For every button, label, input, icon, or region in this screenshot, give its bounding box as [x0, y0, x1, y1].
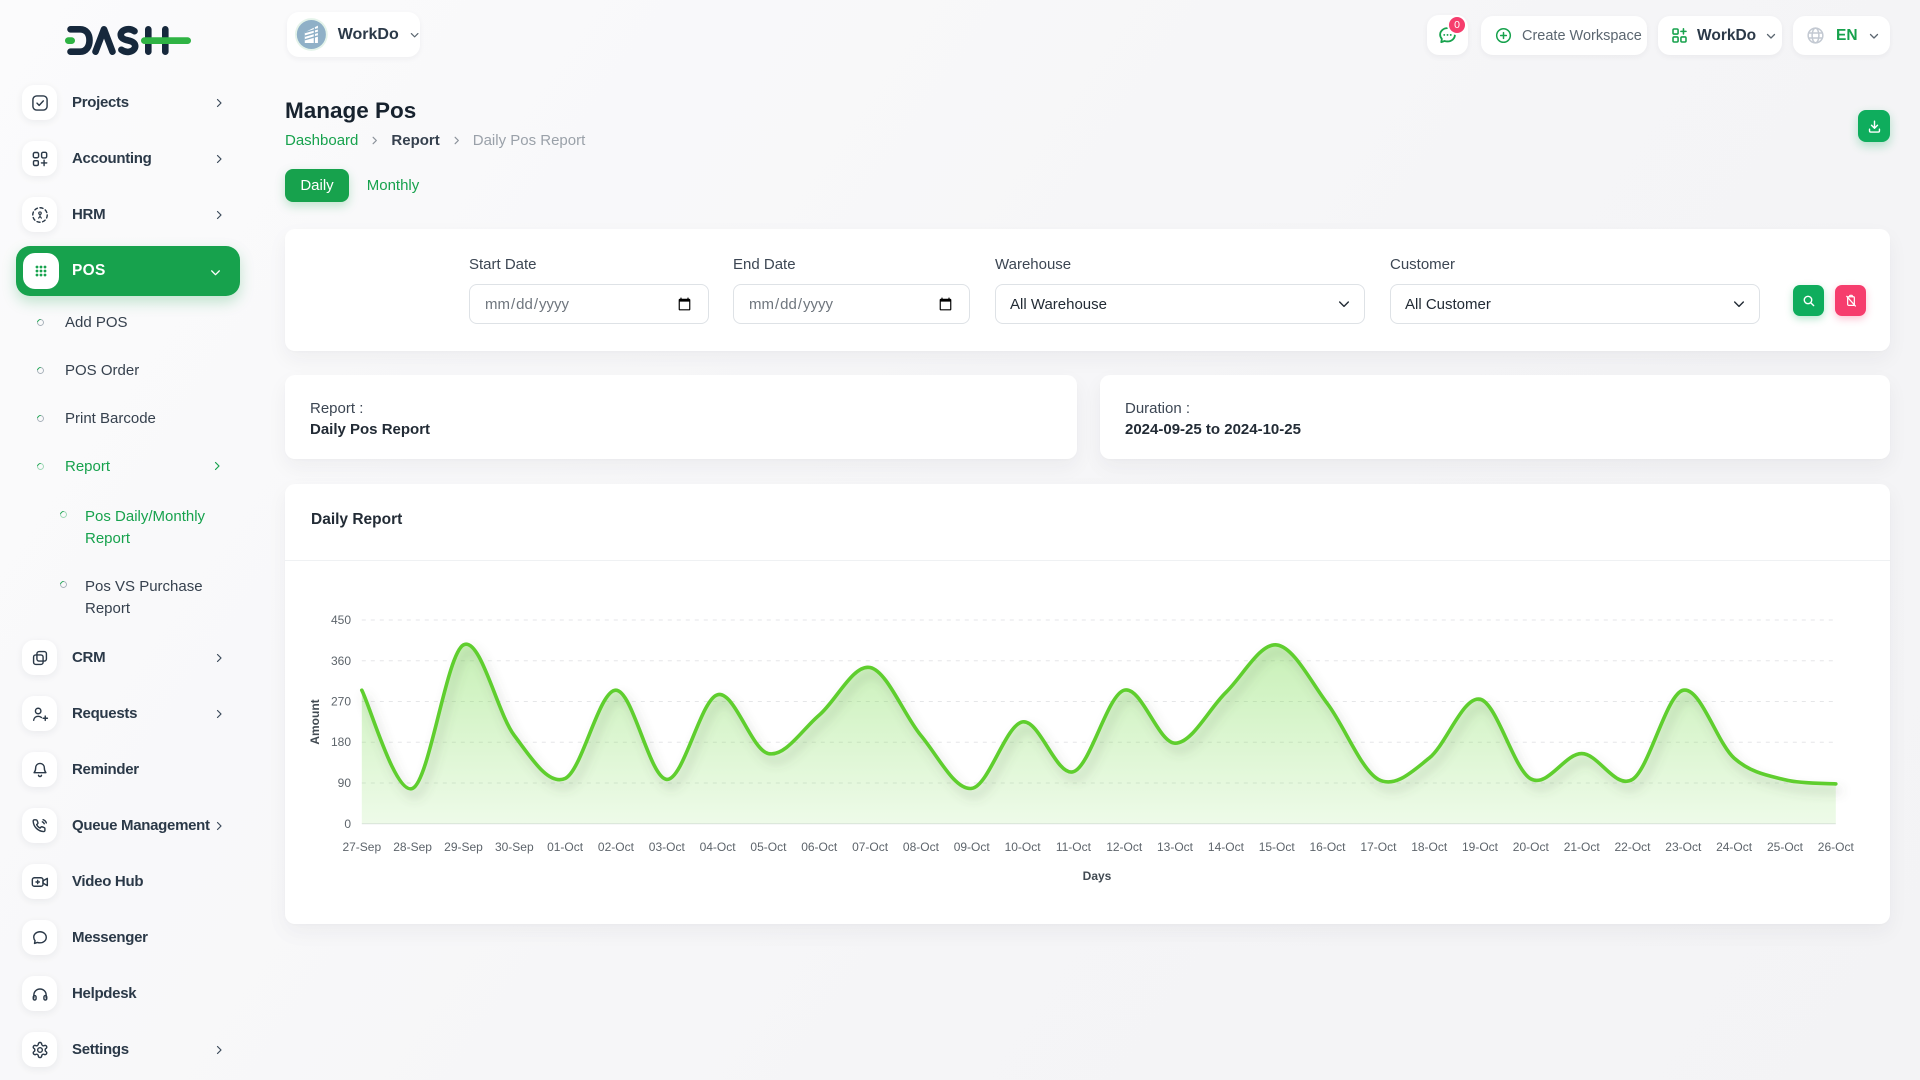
svg-text:02-Oct: 02-Oct	[598, 840, 635, 854]
svg-text:20-Oct: 20-Oct	[1513, 840, 1550, 854]
svg-text:Days: Days	[1083, 869, 1112, 883]
svg-text:14-Oct: 14-Oct	[1208, 840, 1245, 854]
svg-text:06-Oct: 06-Oct	[801, 840, 838, 854]
svg-text:30-Sep: 30-Sep	[495, 840, 534, 854]
svg-text:28-Sep: 28-Sep	[393, 840, 432, 854]
svg-text:11-Oct: 11-Oct	[1056, 840, 1092, 854]
svg-text:09-Oct: 09-Oct	[954, 840, 991, 854]
svg-text:21-Oct: 21-Oct	[1564, 840, 1601, 854]
svg-text:27-Sep: 27-Sep	[342, 840, 381, 854]
svg-text:18-Oct: 18-Oct	[1411, 840, 1448, 854]
svg-text:24-Oct: 24-Oct	[1716, 840, 1753, 854]
svg-text:270: 270	[331, 695, 351, 709]
svg-text:19-Oct: 19-Oct	[1462, 840, 1499, 854]
svg-text:16-Oct: 16-Oct	[1309, 840, 1346, 854]
svg-text:10-Oct: 10-Oct	[1005, 840, 1042, 854]
svg-text:01-Oct: 01-Oct	[547, 840, 584, 854]
svg-text:90: 90	[338, 776, 352, 790]
svg-text:03-Oct: 03-Oct	[649, 840, 686, 854]
svg-text:0: 0	[344, 817, 351, 831]
svg-text:450: 450	[331, 613, 351, 627]
svg-text:04-Oct: 04-Oct	[700, 840, 737, 854]
svg-text:08-Oct: 08-Oct	[903, 840, 940, 854]
svg-text:05-Oct: 05-Oct	[750, 840, 787, 854]
svg-text:25-Oct: 25-Oct	[1767, 840, 1804, 854]
svg-text:22-Oct: 22-Oct	[1614, 840, 1651, 854]
svg-text:13-Oct: 13-Oct	[1157, 840, 1194, 854]
svg-text:26-Oct: 26-Oct	[1818, 840, 1855, 854]
svg-text:29-Sep: 29-Sep	[444, 840, 483, 854]
svg-text:12-Oct: 12-Oct	[1106, 840, 1143, 854]
svg-text:360: 360	[331, 654, 351, 668]
svg-text:17-Oct: 17-Oct	[1360, 840, 1397, 854]
svg-text:23-Oct: 23-Oct	[1665, 840, 1702, 854]
svg-text:07-Oct: 07-Oct	[852, 840, 889, 854]
svg-text:180: 180	[331, 735, 351, 749]
svg-text:15-Oct: 15-Oct	[1259, 840, 1296, 854]
svg-text:Amount: Amount	[308, 699, 322, 744]
